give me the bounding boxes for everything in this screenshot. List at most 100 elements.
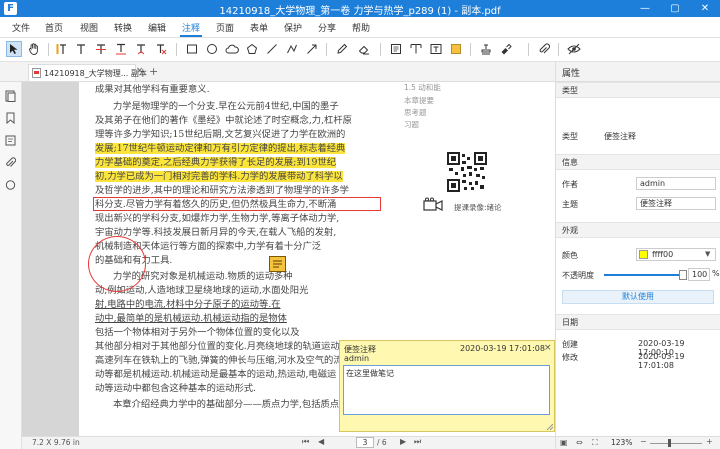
appearance-section-header[interactable]: 外观 [556, 222, 720, 238]
fullscreen-icon[interactable]: ⛶ [592, 438, 598, 448]
thumbnails-icon[interactable] [5, 90, 16, 105]
opacity-input[interactable]: 100 [688, 268, 710, 281]
menu-form[interactable]: 表单 [248, 21, 270, 37]
menu-help[interactable]: 帮助 [350, 21, 372, 37]
highlighted-text-line[interactable]: 力学基础的奠定,之后经典力学获得了长足的发展;到19世纪 [95, 157, 395, 168]
highlighted-text-line[interactable]: 发展;17世纪牛顿运动定律和万有引力定律的提出,标志着经典 [95, 143, 395, 154]
color-picker[interactable]: ffff00 ▼ [636, 248, 716, 261]
page-number-input[interactable]: 3 [356, 437, 374, 448]
eraser-icon[interactable] [356, 41, 372, 57]
menu-share[interactable]: 分享 [316, 21, 338, 37]
underline-icon[interactable] [113, 41, 129, 57]
last-page-icon[interactable]: ⏭ [414, 437, 421, 447]
note-author: admin [344, 354, 370, 363]
menu-edit[interactable]: 编辑 [146, 21, 168, 37]
pencil-icon[interactable] [334, 41, 350, 57]
annotation-toolbar [0, 38, 720, 62]
arrow-icon[interactable] [304, 41, 320, 57]
left-sidebar [0, 62, 22, 449]
menu-file[interactable]: 文件 [10, 21, 32, 37]
menu-page[interactable]: 页面 [214, 21, 236, 37]
minimize-button[interactable]: — [630, 0, 660, 17]
sticky-note-popup[interactable]: 便签注释 2020-03-19 17:01:08 × admin 在这里做笔记 [339, 340, 555, 432]
highlighted-text-line[interactable]: 初,力学已成为一门相对完善的学科.力学的发展带动了科学以 [95, 171, 395, 182]
tab-close-icon[interactable]: × [136, 66, 144, 76]
opacity-slider-handle[interactable] [679, 270, 687, 280]
rectangle-icon[interactable] [184, 41, 200, 57]
hand-icon[interactable] [26, 41, 42, 57]
zoom-out-icon[interactable]: − [640, 437, 647, 446]
stamp-icon[interactable] [478, 41, 494, 57]
text-box-icon[interactable] [388, 41, 404, 57]
area-highlight-icon[interactable] [498, 41, 514, 57]
zoom-in-icon[interactable]: + [706, 437, 713, 446]
sticky-note-marker-icon[interactable] [269, 256, 286, 272]
polyline-icon[interactable] [284, 41, 300, 57]
new-tab-button[interactable]: + [149, 65, 158, 78]
comments-icon[interactable] [5, 135, 16, 150]
menu-home[interactable]: 首页 [43, 21, 65, 37]
color-swatch [639, 250, 648, 259]
document-tab-bar: 14210918_大学物理... 副本 × + [0, 62, 555, 82]
type-section-header[interactable]: 类型 [556, 82, 720, 98]
rectangle-annotation[interactable] [93, 197, 381, 211]
date-section-header[interactable]: 日期 [556, 314, 720, 330]
document-tab[interactable]: 14210918_大学物理... 副本 [28, 64, 147, 81]
strikethrough-icon[interactable] [93, 41, 109, 57]
author-input[interactable]: admin [636, 177, 716, 190]
note-close-icon[interactable]: × [544, 343, 552, 353]
maximize-button[interactable]: ▢ [660, 0, 690, 17]
zoom-slider-handle[interactable] [668, 439, 671, 447]
prev-page-icon[interactable]: ◀ [318, 437, 324, 446]
text-line: 及其弟子在他们的著作《墨经》中就论述了时空概念,力,杠杆原 [95, 115, 352, 126]
menu-annotate[interactable]: 注释 [180, 21, 202, 37]
menu-protect[interactable]: 保护 [282, 21, 304, 37]
close-window-button[interactable]: ✕ [690, 0, 720, 17]
next-page-icon[interactable]: ▶ [400, 437, 406, 446]
fit-width-icon[interactable]: ⇔ [576, 438, 583, 447]
ellipse-annotation[interactable] [88, 236, 146, 292]
video-camera-icon [423, 197, 443, 211]
menu-view[interactable]: 视图 [78, 21, 100, 37]
insert-text-icon[interactable] [133, 41, 149, 57]
attachment-icon[interactable] [536, 41, 552, 57]
note-content-input[interactable]: 在这里做笔记 [343, 365, 550, 415]
subject-input[interactable]: 便签注释 [636, 197, 716, 210]
window-title: 14210918_大学物理_第一卷 力学与热学_p289 (1) - 副本.pd… [219, 6, 501, 17]
qr-code-icon [447, 152, 487, 192]
text-line: 动,例如运动,人造地球卫星绕地球的运动,水面处阳光 [95, 285, 309, 296]
cloud-icon[interactable] [224, 41, 240, 57]
subject-label: 主题 [562, 200, 578, 209]
attachments-panel-icon[interactable] [5, 157, 17, 172]
ellipse-icon[interactable] [204, 41, 220, 57]
select-icon[interactable] [6, 41, 22, 57]
document-viewer[interactable]: 成果对其他学科有重要意义. 力学是物理学的一个分支.早在公元前4世纪,中国的墨子… [22, 82, 555, 436]
margin-note-item: 习题 [404, 120, 419, 129]
set-as-default-button[interactable]: 默认使用 [562, 290, 714, 304]
zoom-slider[interactable] [650, 443, 702, 444]
hide-annotations-icon[interactable] [566, 41, 582, 57]
fit-page-icon[interactable]: ▣ [560, 438, 568, 447]
first-page-icon[interactable]: ⏮ [302, 437, 309, 447]
color-label: 颜色 [562, 251, 578, 260]
text-field-icon[interactable] [428, 41, 444, 57]
toolbar-separator [48, 43, 49, 56]
menu-convert[interactable]: 转换 [112, 21, 134, 37]
chevron-down-icon: ▼ [705, 250, 711, 258]
line-icon[interactable] [264, 41, 280, 57]
bookmark-icon[interactable] [5, 112, 16, 127]
resize-grip-icon[interactable] [546, 423, 554, 431]
page-dimensions: 7.2 X 9.76 in [32, 438, 80, 447]
search-panel-icon[interactable] [5, 179, 16, 194]
text-line: 成果对其他学科有重要意义. [95, 84, 210, 95]
text-icon[interactable] [73, 41, 89, 57]
modified-label: 修改 [562, 353, 578, 362]
replace-text-icon[interactable] [153, 41, 169, 57]
callout-icon[interactable] [408, 41, 424, 57]
opacity-slider-track[interactable] [604, 274, 682, 276]
info-section-header[interactable]: 信息 [556, 154, 720, 170]
highlight-icon[interactable] [53, 41, 69, 57]
note-icon[interactable] [448, 41, 464, 57]
polygon-icon[interactable] [244, 41, 260, 57]
pdf-file-icon [32, 68, 41, 78]
